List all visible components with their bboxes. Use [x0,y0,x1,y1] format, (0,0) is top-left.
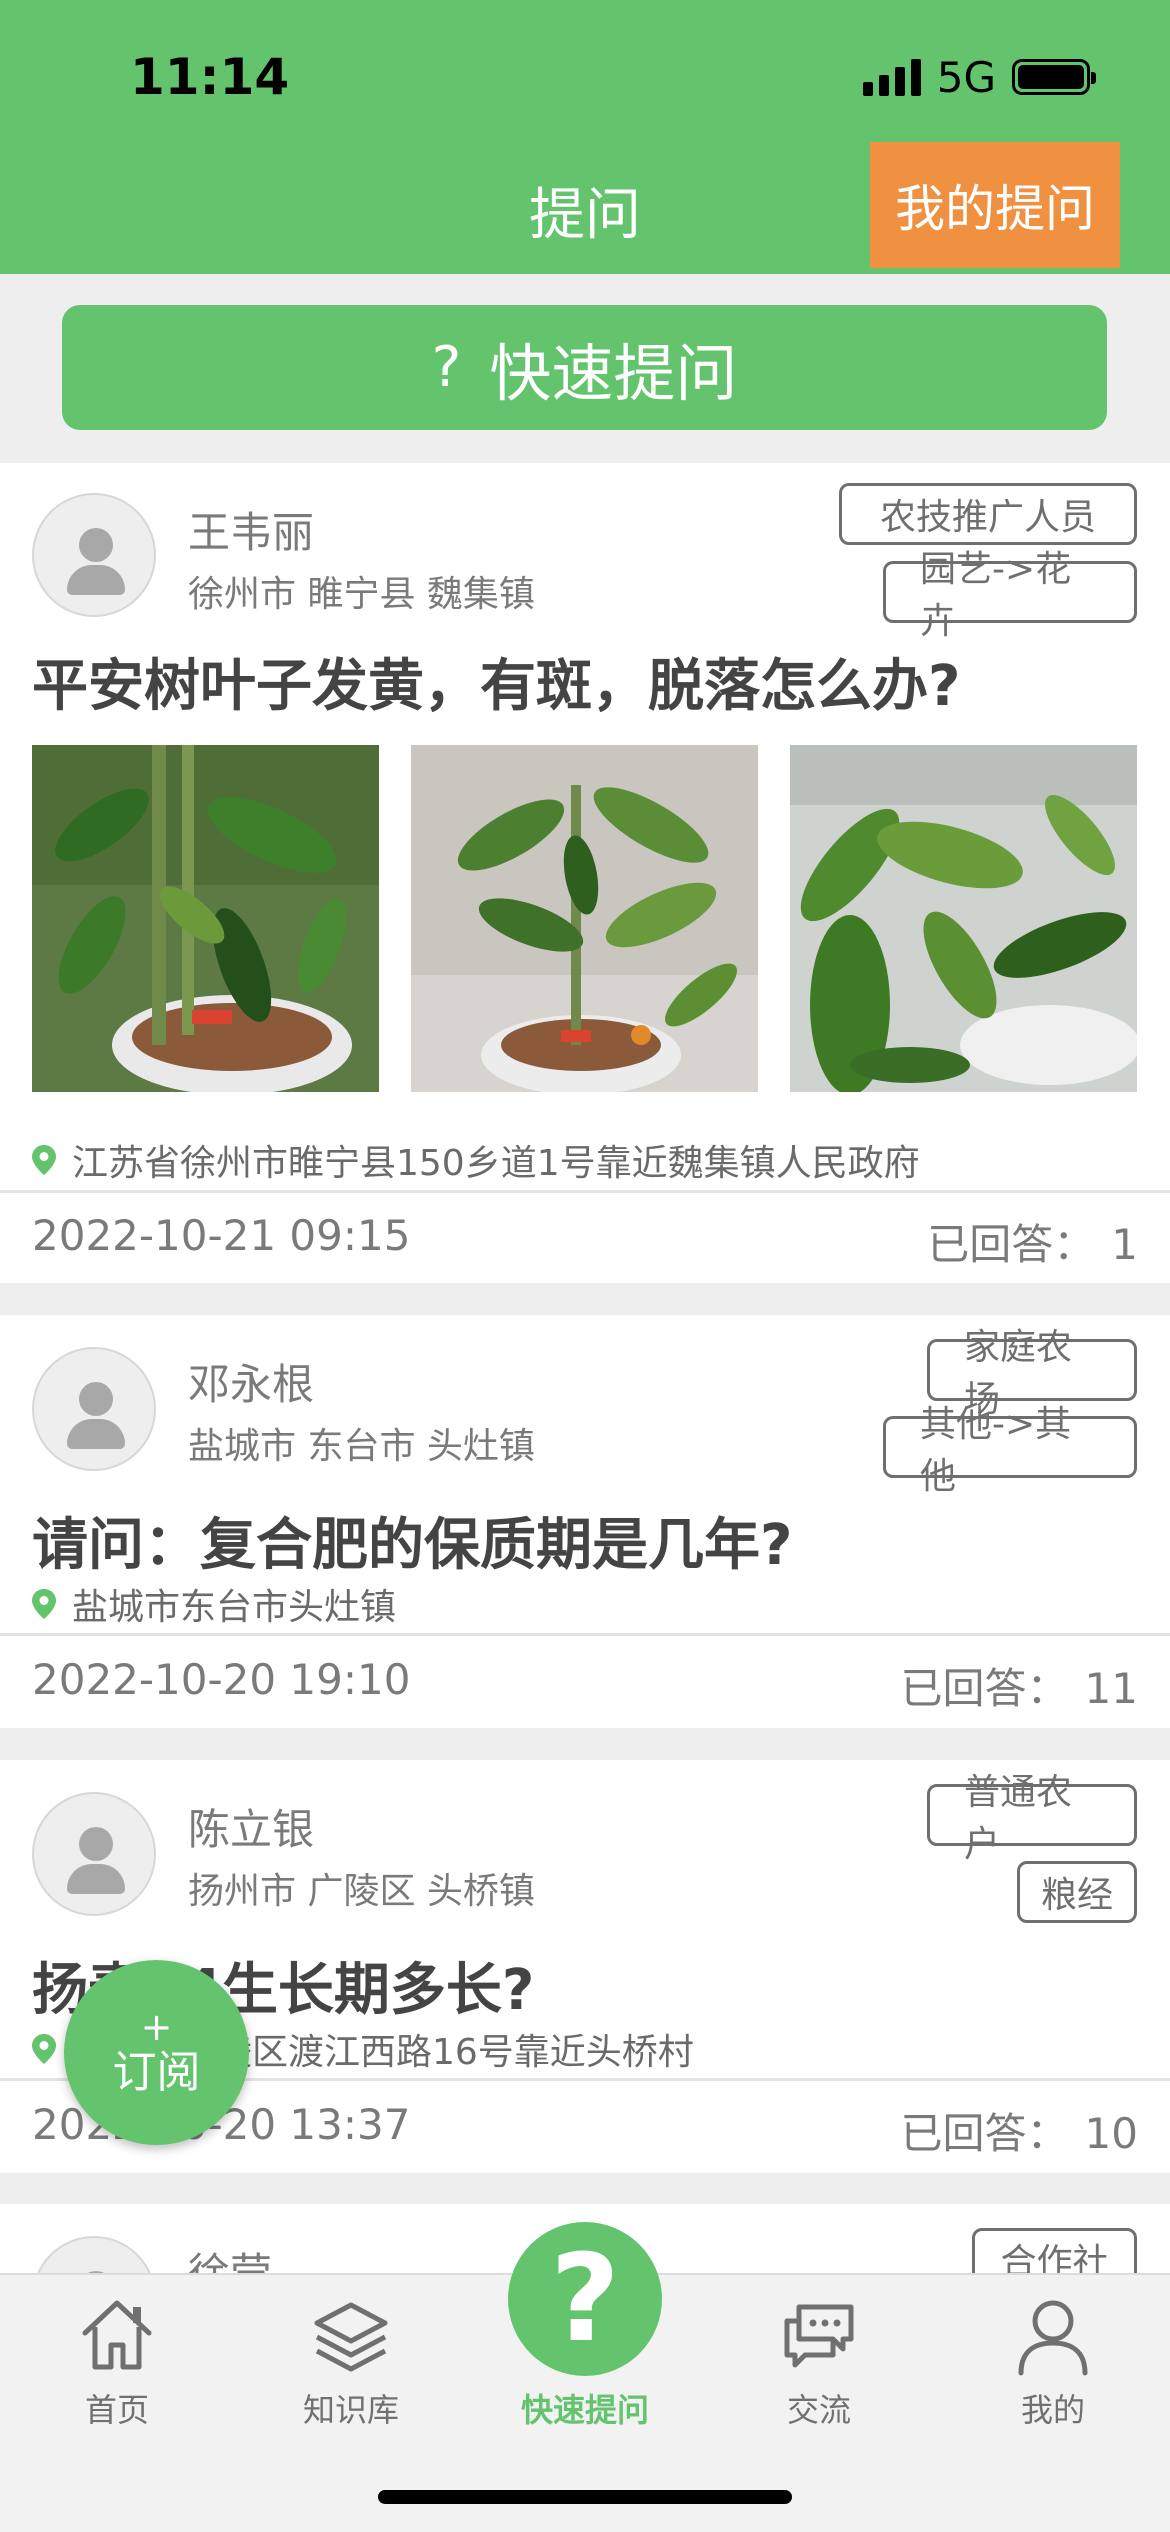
location-pin-icon [32,1145,56,1175]
network-label: 5G [936,52,996,102]
address-text: 江苏省徐州市睢宁县150乡道1号靠近魏集镇人民政府 [72,1143,920,1184]
user-name: 陈立银 [188,1805,315,1854]
quick-ask-button[interactable]: ? 快速提问 [62,305,1107,430]
battery-icon [1012,59,1096,95]
category-tag: 园艺->花卉 [883,549,1137,642]
answer-count: 已回答： 1 [927,1220,1138,1269]
answer-count: 已回答： 11 [900,1664,1138,1713]
tab-profile[interactable]: 我的 [936,2275,1170,2435]
tab-label: 我的 [1020,2391,1085,2429]
question-icon: ? [431,335,462,400]
tab-home[interactable]: 首页 [0,2275,234,2435]
subscribe-label: 订阅 [112,2046,201,2098]
answer-count: 已回答： 10 [900,2109,1138,2158]
plant-photo[interactable] [790,745,1137,1092]
question-date: 2022-10-20 19:10 [32,1655,411,1704]
user-role-tag: 农技推广人员 [839,483,1137,545]
home-indicator[interactable] [378,2490,792,2504]
tab-label: 知识库 [302,2391,399,2429]
plus-icon: + [140,2004,173,2049]
question-address: 江苏省徐州市睢宁县150乡道1号靠近魏集镇人民政府 [32,1134,920,1186]
avatar[interactable] [32,1792,156,1916]
user-name: 邓永根 [188,1360,315,1409]
divider [0,1190,1170,1193]
question-card[interactable]: 王韦丽 徐州市 睢宁县 魏集镇 农技推广人员 园艺->花卉 平安树叶子发黄，有斑… [0,463,1170,1283]
plant-photo[interactable] [32,745,379,1092]
my-questions-button[interactable]: 我的提问 [870,142,1120,268]
tab-label: 快速提问 [520,2391,649,2429]
question-card[interactable]: 邓永根 盐城市 东台市 头灶镇 家庭农场 其他->其他 请问：复合肥的保质期是几… [0,1315,1170,1728]
question-title[interactable]: 平安树叶子发黄，有斑，脱落怎么办? [32,641,960,722]
header: 11:14 5G 提问 我的提问 [0,0,1170,274]
tab-chat[interactable]: 交流 [702,2275,936,2435]
question-icon: ? [550,2229,620,2369]
subscribe-button[interactable]: + 订阅 [64,1960,249,2145]
tab-knowledge[interactable]: 知识库 [234,2275,468,2435]
user-location: 扬州市 广陵区 头桥镇 [188,1871,535,1912]
status-time: 11:14 [130,48,290,106]
photo-gallery [32,745,1137,1092]
quick-ask-label: 快速提问 [489,336,738,410]
quick-ask-tab-icon[interactable]: ? [508,2222,662,2376]
user-location: 盐城市 东台市 头灶镇 [188,1426,535,1467]
user-role-tag: 家庭农场 [927,1327,1137,1420]
signal-icon [862,58,921,96]
avatar[interactable] [32,1347,156,1471]
status-indicators: 5G [862,52,1096,102]
app-screen: 11:14 5G 提问 我的提问 ? 快速提问 王韦丽 徐州市 睢宁县 魏集镇 … [0,0,1170,2532]
tab-label: 交流 [786,2391,851,2429]
user-role-tag: 普通农户 [927,1772,1137,1865]
plant-photo[interactable] [411,745,758,1092]
question-title[interactable]: 请问：复合肥的保质期是几年? [32,1500,792,1581]
chat-icon [784,2304,854,2368]
user-location: 徐州市 睢宁县 魏集镇 [188,574,535,615]
user-icon [1018,2300,1088,2376]
location-pin-icon [32,2034,56,2064]
user-name: 王韦丽 [188,508,315,557]
category-tag: 其他->其他 [883,1404,1137,1497]
avatar[interactable] [32,493,156,617]
category-tag: 粮经 [1017,1861,1137,1923]
question-date: 2022-10-21 09:15 [32,1211,411,1260]
divider [0,1633,1170,1636]
tab-label: 首页 [84,2391,149,2429]
question-address: 盐城市东台市头灶镇 [32,1578,396,1630]
location-pin-icon [32,1589,56,1619]
address-text: 盐城市东台市头灶镇 [72,1587,397,1628]
home-icon [82,2300,152,2370]
layers-icon [314,2302,388,2372]
